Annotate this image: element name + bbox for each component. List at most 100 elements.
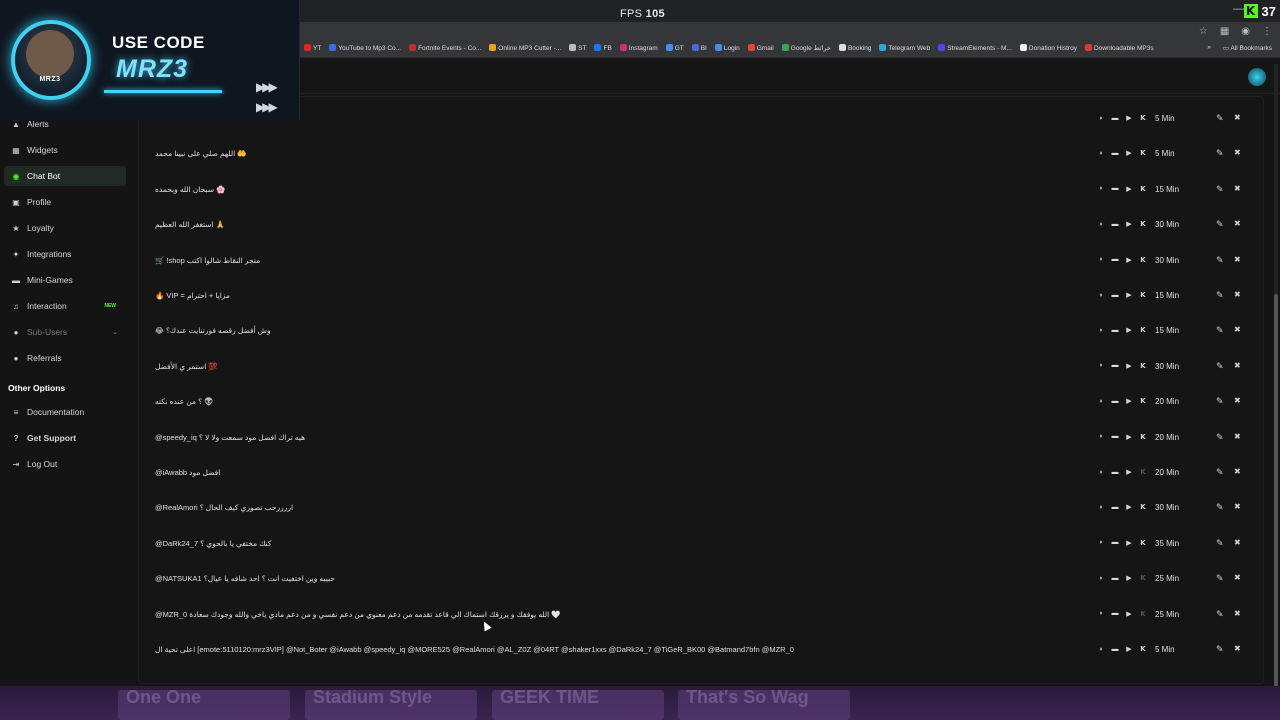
- chat-bubble-icon[interactable]: ▬: [1111, 503, 1119, 511]
- chat-bubble-icon[interactable]: ▬: [1111, 149, 1119, 157]
- kick-icon[interactable]: K: [1139, 326, 1147, 334]
- user-avatar[interactable]: [1248, 68, 1266, 86]
- twitch-icon[interactable]: ◗: [1097, 610, 1105, 618]
- delete-trash-icon[interactable]: ✖: [1234, 467, 1241, 476]
- delete-trash-icon[interactable]: ✖: [1234, 113, 1241, 122]
- delete-trash-icon[interactable]: ✖: [1234, 644, 1241, 653]
- chevron-down-icon[interactable]: ⌄: [112, 328, 118, 336]
- all-bookmarks-link[interactable]: ▭ All Bookmarks: [1223, 44, 1272, 52]
- sidebar-item-documentation[interactable]: ≡ Documentation: [4, 402, 126, 422]
- bookmark-item[interactable]: Donation Histroy: [1019, 44, 1077, 52]
- chat-bubble-icon[interactable]: ▬: [1111, 220, 1119, 228]
- edit-pencil-icon[interactable]: ✎: [1216, 502, 1224, 513]
- delete-trash-icon[interactable]: ✖: [1234, 396, 1241, 405]
- edit-pencil-icon[interactable]: ✎: [1216, 184, 1224, 195]
- edit-pencil-icon[interactable]: ✎: [1216, 325, 1224, 336]
- chat-bubble-icon[interactable]: ▬: [1111, 114, 1119, 122]
- page-scrollbar[interactable]: [1274, 64, 1278, 694]
- sidebar-item-chat-bot[interactable]: ◉ Chat Bot: [4, 166, 126, 186]
- chat-bubble-icon[interactable]: ▬: [1111, 610, 1119, 618]
- bookmark-item[interactable]: Telegram Web: [879, 44, 930, 52]
- edit-pencil-icon[interactable]: ✎: [1216, 609, 1224, 620]
- twitch-icon[interactable]: ◗: [1097, 433, 1105, 441]
- twitch-icon[interactable]: ◗: [1097, 574, 1105, 582]
- sidebar-item-referrals[interactable]: ● Referrals: [4, 348, 126, 368]
- sidebar-item-profile[interactable]: ▣ Profile: [4, 192, 126, 212]
- bookmark-item[interactable]: ST: [569, 44, 586, 52]
- twitch-icon[interactable]: ◗: [1097, 539, 1105, 547]
- youtube-icon[interactable]: ▶: [1125, 397, 1133, 405]
- delete-trash-icon[interactable]: ✖: [1234, 361, 1241, 370]
- kick-icon[interactable]: K: [1139, 362, 1147, 370]
- bookmark-item[interactable]: Fortnite Events - Co...: [409, 44, 481, 52]
- twitch-icon[interactable]: ◗: [1097, 362, 1105, 370]
- twitch-icon[interactable]: ◗: [1097, 645, 1105, 653]
- youtube-icon[interactable]: ▶: [1125, 645, 1133, 653]
- bookmark-item[interactable]: Login: [714, 44, 740, 52]
- chat-bubble-icon[interactable]: ▬: [1111, 362, 1119, 370]
- kick-icon[interactable]: K: [1139, 114, 1147, 122]
- chat-bubble-icon[interactable]: ▬: [1111, 574, 1119, 582]
- kick-icon[interactable]: K: [1139, 503, 1147, 511]
- twitch-icon[interactable]: ◗: [1097, 503, 1105, 511]
- delete-trash-icon[interactable]: ✖: [1234, 325, 1241, 334]
- twitch-icon[interactable]: ◗: [1097, 256, 1105, 264]
- profile-icon[interactable]: ◉: [1241, 26, 1250, 37]
- bookmark-item[interactable]: Downloadable MP3s: [1084, 44, 1154, 52]
- youtube-icon[interactable]: ▶: [1125, 220, 1133, 228]
- sidebar-item-mini-games[interactable]: ▬ Mini-Games: [4, 270, 126, 290]
- twitch-icon[interactable]: ◗: [1097, 468, 1105, 476]
- bookmark-item[interactable]: Online MP3 Cutter -...: [489, 44, 561, 52]
- edit-pencil-icon[interactable]: ✎: [1216, 113, 1224, 124]
- edit-pencil-icon[interactable]: ✎: [1216, 573, 1224, 584]
- sidebar-item-integrations[interactable]: ✦ Integrations: [4, 244, 126, 264]
- delete-trash-icon[interactable]: ✖: [1234, 609, 1241, 618]
- youtube-icon[interactable]: ▶: [1125, 433, 1133, 441]
- sidebar-item-log-out[interactable]: ⇥ Log Out: [4, 454, 126, 474]
- chat-bubble-icon[interactable]: ▬: [1111, 185, 1119, 193]
- bookmark-item[interactable]: YouTube to Mp3 Co...: [329, 44, 401, 52]
- star-icon[interactable]: ☆: [1199, 26, 1208, 37]
- twitch-icon[interactable]: ◗: [1097, 326, 1105, 334]
- youtube-icon[interactable]: ▶: [1125, 503, 1133, 511]
- kick-icon[interactable]: K: [1139, 433, 1147, 441]
- kick-icon[interactable]: K: [1139, 220, 1147, 228]
- kebab-menu-icon[interactable]: ⋮: [1262, 26, 1272, 37]
- kick-icon[interactable]: K: [1139, 610, 1147, 618]
- twitch-icon[interactable]: ◗: [1097, 291, 1105, 299]
- sidebar-item-loyalty[interactable]: ★ Loyalty: [4, 218, 126, 238]
- kick-icon[interactable]: K: [1139, 397, 1147, 405]
- sidebar-item-sub-users[interactable]: ● Sub-Users ⌄: [4, 322, 126, 342]
- twitch-icon[interactable]: ◗: [1097, 397, 1105, 405]
- bookmark-item[interactable]: Booking: [838, 44, 871, 52]
- youtube-icon[interactable]: ▶: [1125, 149, 1133, 157]
- edit-pencil-icon[interactable]: ✎: [1216, 219, 1224, 230]
- kick-icon[interactable]: K: [1139, 149, 1147, 157]
- chat-bubble-icon[interactable]: ▬: [1111, 256, 1119, 264]
- edit-pencil-icon[interactable]: ✎: [1216, 467, 1224, 478]
- edit-pencil-icon[interactable]: ✎: [1216, 255, 1224, 266]
- edit-pencil-icon[interactable]: ✎: [1216, 644, 1224, 655]
- delete-trash-icon[interactable]: ✖: [1234, 184, 1241, 193]
- twitch-icon[interactable]: ◗: [1097, 149, 1105, 157]
- youtube-icon[interactable]: ▶: [1125, 256, 1133, 264]
- bookmark-item[interactable]: Google خرائط: [781, 44, 831, 52]
- sidebar-item-interaction[interactable]: ♫ Interaction NEW: [4, 296, 126, 316]
- delete-trash-icon[interactable]: ✖: [1234, 573, 1241, 582]
- chat-bubble-icon[interactable]: ▬: [1111, 326, 1119, 334]
- youtube-icon[interactable]: ▶: [1125, 574, 1133, 582]
- edit-pencil-icon[interactable]: ✎: [1216, 148, 1224, 159]
- sidebar-item-get-support[interactable]: ? Get Support: [4, 428, 126, 448]
- delete-trash-icon[interactable]: ✖: [1234, 432, 1241, 441]
- chat-bubble-icon[interactable]: ▬: [1111, 645, 1119, 653]
- chat-bubble-icon[interactable]: ▬: [1111, 539, 1119, 547]
- twitch-icon[interactable]: ◗: [1097, 185, 1105, 193]
- youtube-icon[interactable]: ▶: [1125, 114, 1133, 122]
- edit-pencil-icon[interactable]: ✎: [1216, 432, 1224, 443]
- youtube-icon[interactable]: ▶: [1125, 185, 1133, 193]
- delete-trash-icon[interactable]: ✖: [1234, 148, 1241, 157]
- kick-icon[interactable]: K: [1139, 185, 1147, 193]
- twitch-icon[interactable]: ◗: [1097, 220, 1105, 228]
- edit-pencil-icon[interactable]: ✎: [1216, 361, 1224, 372]
- bookmark-item[interactable]: YT: [304, 44, 321, 52]
